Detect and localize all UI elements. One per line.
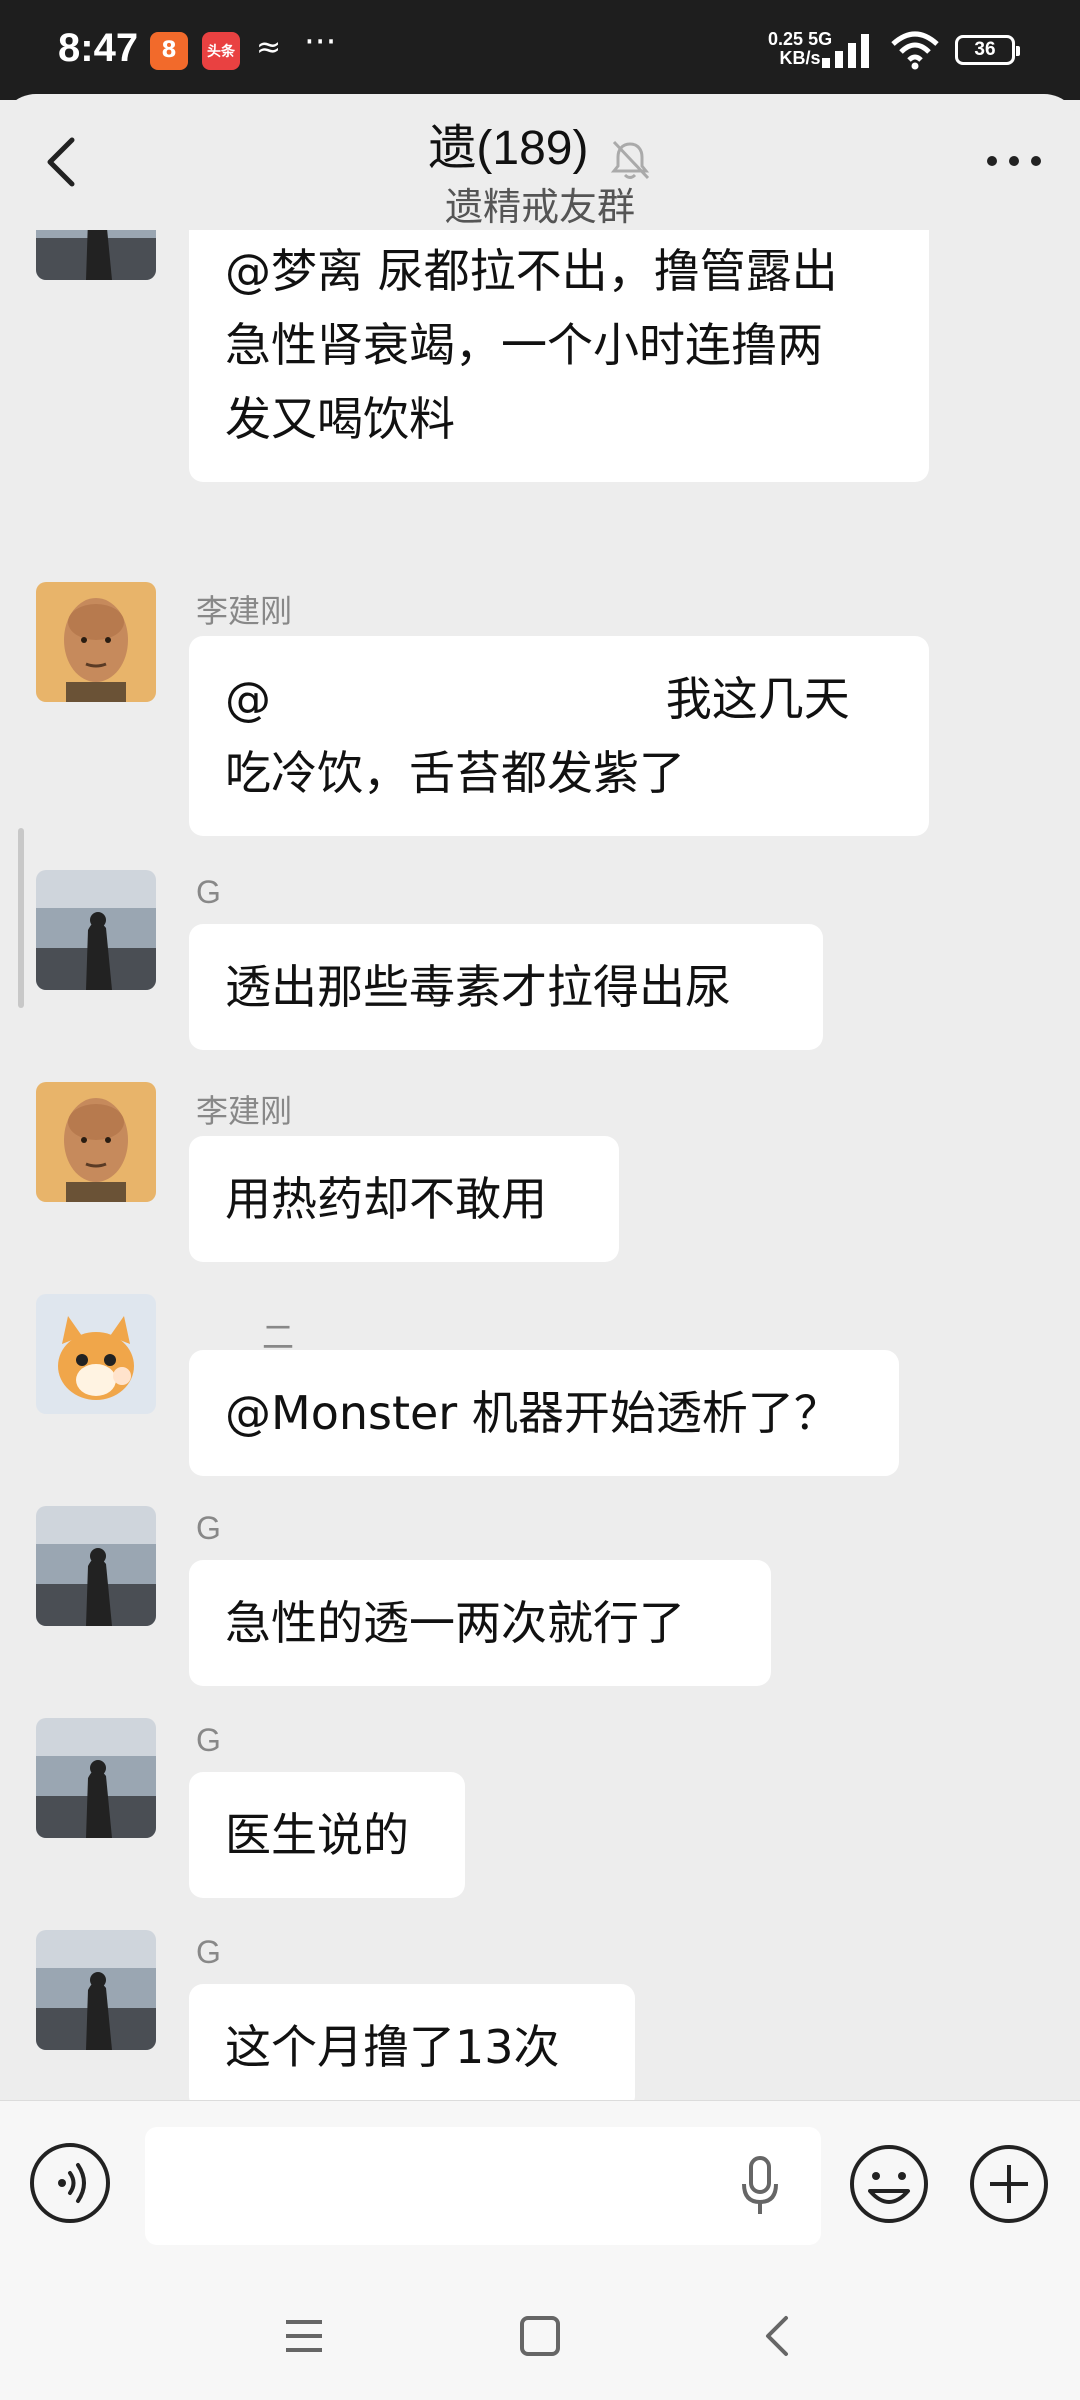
message-bubble[interactable]: 透出那些毒素才拉得出尿 xyxy=(189,924,823,1050)
square-home-icon[interactable] xyxy=(518,2314,562,2358)
triangle-back-icon[interactable] xyxy=(756,2314,800,2358)
avatar[interactable] xyxy=(36,1506,156,1626)
message-bubble[interactable]: @ 我这几天 吃冷饮，舌苔都发紫了 xyxy=(189,636,929,836)
avatar[interactable] xyxy=(36,1294,156,1414)
toutiao-notification-icon: 头条 xyxy=(202,32,240,70)
app-notification-icon-3: ≈ xyxy=(256,30,282,65)
menu-lines-icon[interactable] xyxy=(282,2314,326,2358)
message-input[interactable] xyxy=(145,2127,821,2245)
message-bubble[interactable]: 医生说的 xyxy=(189,1772,465,1898)
message-list[interactable]: G @梦离 尿都拉不出，撸管露出 急性肾衰竭，一个小时连撸两 发又喝饮料 李建刚… xyxy=(0,230,1080,2100)
battery-icon: 36 xyxy=(955,35,1020,65)
input-bar xyxy=(0,2100,1080,2271)
sender-name: 李建刚 xyxy=(196,1093,293,1129)
more-notifications-icon: ··· xyxy=(304,22,337,62)
chat-title: 遗(189) xyxy=(428,122,589,175)
status-bar: 8:47 8 头条 ≈ ··· 0.25 5G KB/s 36 xyxy=(0,0,1080,100)
more-options-button[interactable] xyxy=(984,146,1044,176)
avatar[interactable] xyxy=(36,582,156,702)
app-notification-icon: 8 xyxy=(150,32,188,70)
avatar[interactable] xyxy=(36,1930,156,2050)
message-bubble[interactable]: 急性的透一两次就行了 xyxy=(189,1560,771,1686)
chat-header: 遗(189) 遗精戒友群 xyxy=(0,94,1080,230)
signal-icon xyxy=(822,34,869,68)
sender-name: 李建刚 xyxy=(196,593,293,629)
status-time: 8:47 xyxy=(58,26,139,70)
sender-name: G xyxy=(196,1934,221,1970)
sender-name: G xyxy=(196,1510,221,1546)
voice-wave-icon xyxy=(58,2163,86,2203)
scrollbar[interactable] xyxy=(18,828,24,1008)
avatar[interactable] xyxy=(36,230,156,280)
more-actions-button[interactable] xyxy=(968,2143,1050,2225)
emoji-button[interactable] xyxy=(848,2143,930,2225)
bell-off-icon xyxy=(610,140,649,179)
sender-name: G xyxy=(196,1722,221,1758)
chat-subtitle: 遗精戒友群 xyxy=(444,185,635,229)
sender-name: G xyxy=(196,874,221,910)
microphone-icon[interactable] xyxy=(740,2156,780,2216)
system-nav-bar xyxy=(0,2270,1080,2400)
wifi-icon xyxy=(891,31,939,70)
message-bubble[interactable]: @梦离 尿都拉不出，撸管露出 急性肾衰竭，一个小时连撸两 发又喝饮料 xyxy=(189,230,929,482)
message-bubble[interactable]: @Monster 机器开始透析了？ xyxy=(189,1350,899,1476)
message-bubble[interactable]: 这个月撸了13次 xyxy=(189,1984,635,2100)
avatar[interactable] xyxy=(36,870,156,990)
avatar[interactable] xyxy=(36,1082,156,1202)
message-bubble[interactable]: 用热药却不敢用 xyxy=(189,1136,619,1262)
avatar[interactable] xyxy=(36,1718,156,1838)
voice-input-button[interactable] xyxy=(30,2143,110,2223)
